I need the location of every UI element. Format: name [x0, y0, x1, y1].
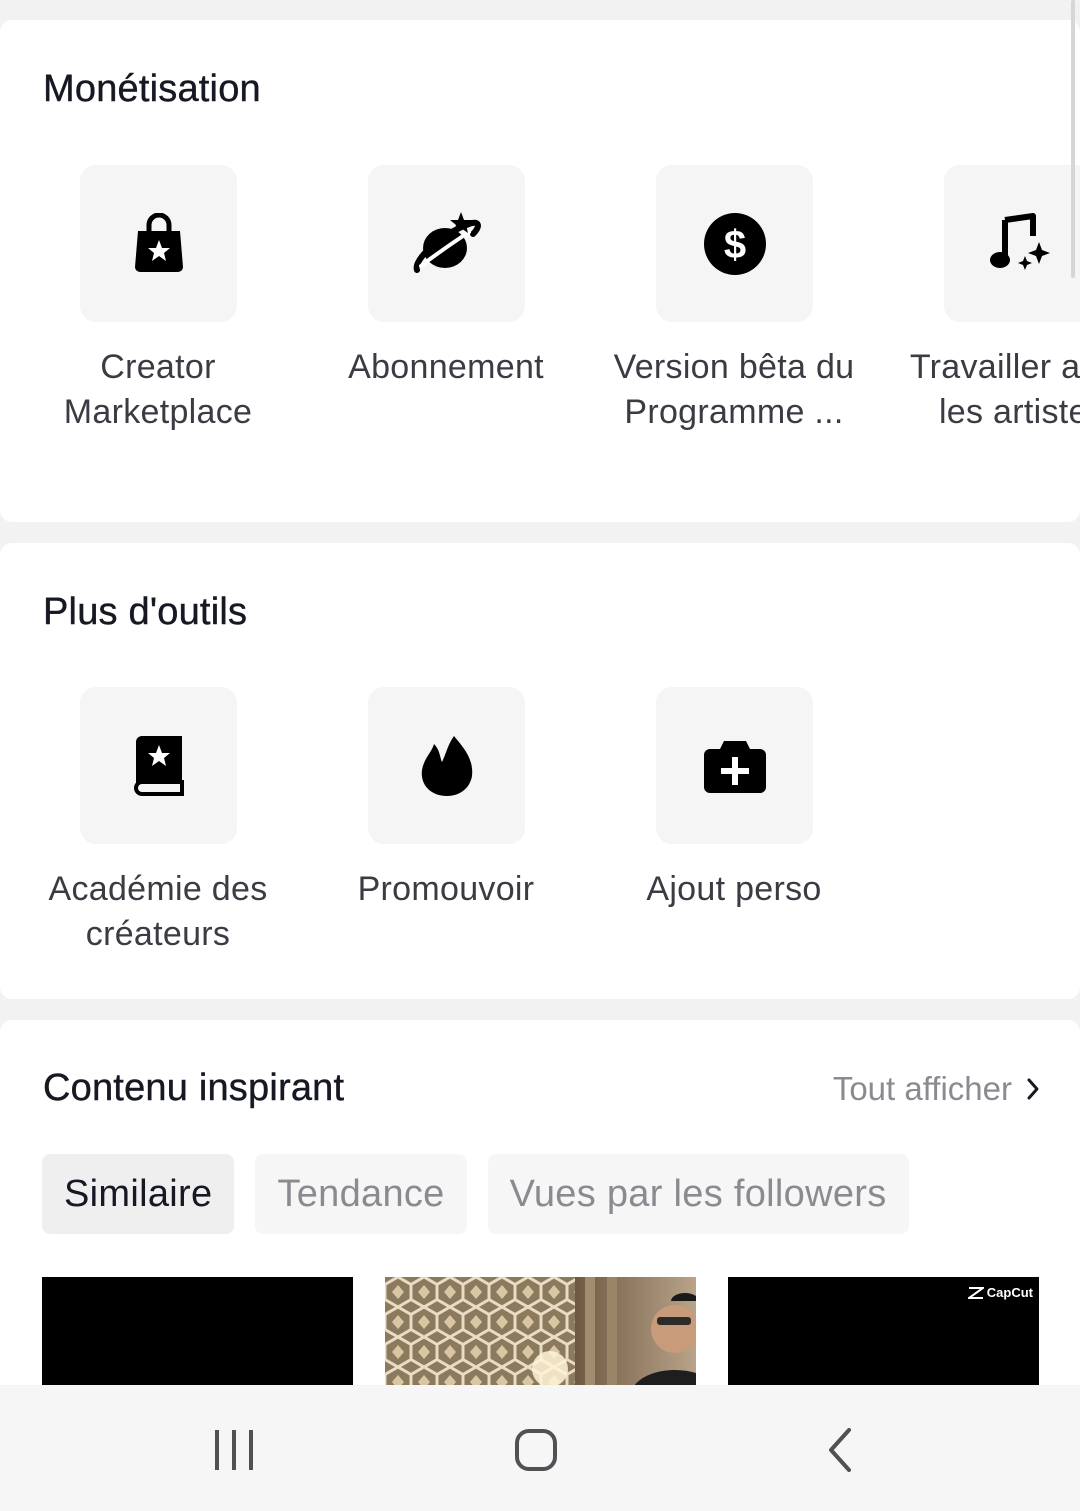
recent-apps-button[interactable] — [184, 1407, 284, 1493]
back-icon — [829, 1428, 851, 1472]
music-note-sparkle-icon — [989, 212, 1050, 270]
tool-label: Travailler avec les artistes — [909, 348, 1080, 431]
capcut-logo-icon — [967, 1286, 984, 1299]
video-thumbnails: CapCut — [42, 1277, 1039, 1397]
tab-vues-followers[interactable]: Vues par les followers — [487, 1154, 909, 1234]
home-button[interactable] — [486, 1407, 586, 1493]
tab-tendance[interactable]: Tendance — [255, 1154, 467, 1234]
content-filter-tabs: Similaire Tendance Vues par les follower… — [42, 1154, 909, 1234]
scrollbar[interactable] — [1071, 0, 1075, 278]
tool-tile[interactable] — [368, 687, 525, 844]
back-button[interactable] — [790, 1407, 890, 1493]
flame-icon — [421, 735, 472, 796]
chevron-right-icon — [1027, 1078, 1039, 1100]
see-all-link[interactable]: Tout afficher — [833, 1070, 1040, 1108]
tool-label: Académie des créateurs — [48, 870, 268, 953]
tab-similaire[interactable]: Similaire — [42, 1154, 235, 1234]
tool-label: Abonnement — [348, 348, 544, 386]
system-navigation-bar — [0, 1385, 1080, 1511]
tool-tile[interactable] — [944, 165, 1080, 322]
video-thumbnail[interactable] — [385, 1277, 696, 1397]
tool-tile[interactable]: $ — [656, 165, 813, 322]
tool-tile[interactable] — [656, 687, 813, 844]
tool-tile[interactable] — [368, 165, 525, 322]
shopping-bag-star-icon — [134, 212, 183, 272]
home-icon — [515, 1429, 557, 1471]
camera-plus-icon — [703, 740, 766, 793]
section-title-monetisation: Monétisation — [43, 68, 261, 110]
capcut-watermark: CapCut — [967, 1285, 1033, 1300]
tool-label: Promouvoir — [357, 870, 535, 908]
thumbnail-image — [385, 1277, 696, 1397]
tool-label: Ajout perso — [646, 870, 822, 908]
section-title-tools: Plus d'outils — [43, 591, 248, 633]
recent-apps-icon — [215, 1430, 253, 1470]
more-tools-section: Plus d'outils Académie des créateurs Pro… — [0, 543, 1080, 999]
tool-label: Version bêta du Programme ... — [613, 348, 855, 431]
capcut-watermark-text: CapCut — [986, 1285, 1033, 1300]
section-title-inspiring: Contenu inspirant — [43, 1067, 345, 1109]
dollar-coin-icon: $ — [703, 212, 766, 275]
video-thumbnail[interactable]: CapCut — [728, 1277, 1039, 1397]
svg-text:$: $ — [723, 223, 745, 267]
book-star-icon — [133, 735, 184, 796]
tool-label: Creator Marketplace — [63, 348, 253, 431]
tool-tile[interactable] — [80, 687, 237, 844]
video-thumbnail[interactable] — [42, 1277, 353, 1397]
tool-tile[interactable] — [80, 165, 237, 322]
planet-star-icon — [413, 211, 481, 273]
monetisation-section: Monétisation Creator Marketplace Abonnem… — [0, 20, 1080, 522]
see-all-label: Tout afficher — [832, 1070, 1012, 1107]
inspiring-content-section: Contenu inspirant Tout afficher Similair… — [0, 1020, 1080, 1440]
